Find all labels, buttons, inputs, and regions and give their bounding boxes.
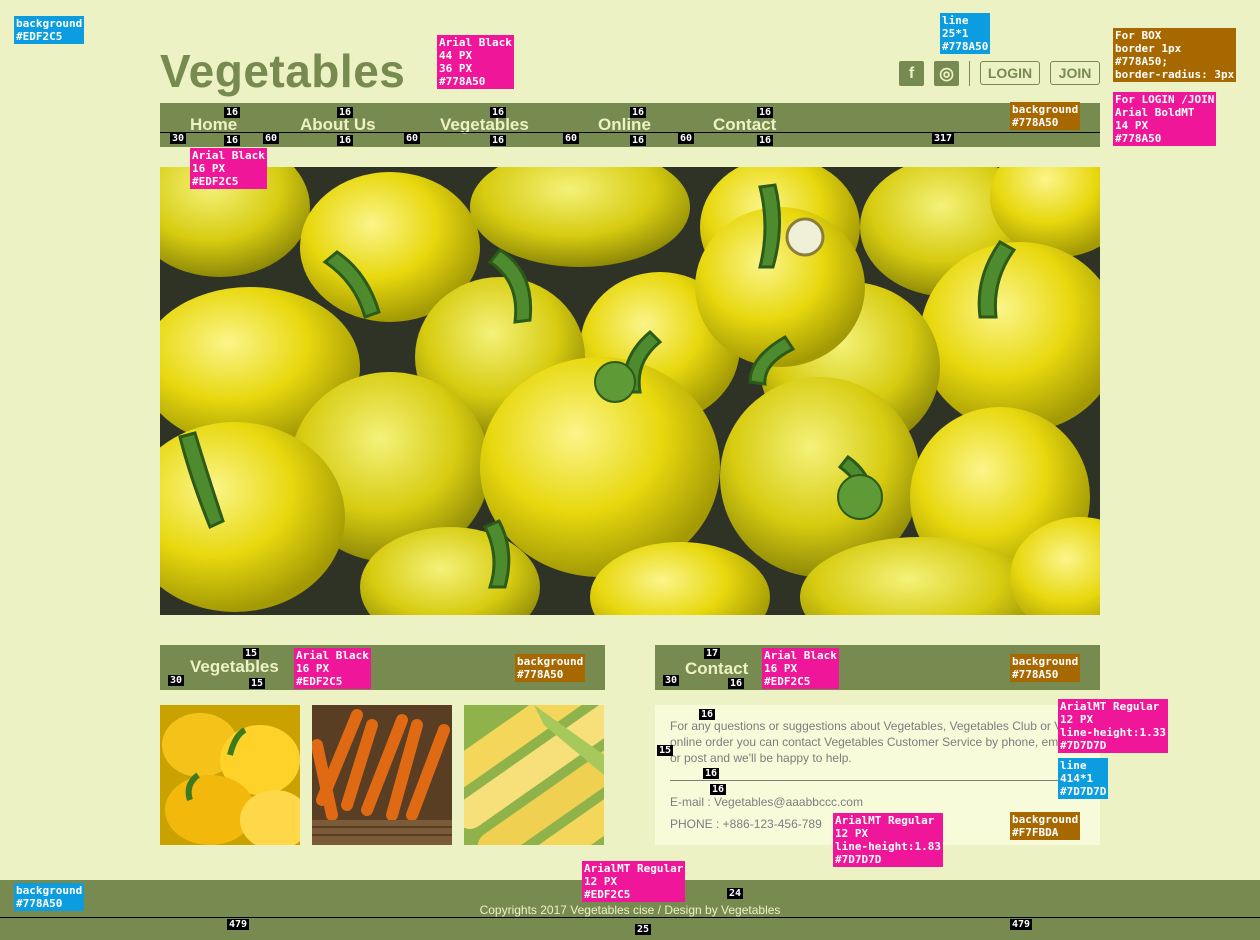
measure-label: 16: [630, 107, 647, 118]
measure-label: 16: [490, 135, 507, 146]
measure-label: 24: [727, 888, 744, 899]
contact-text-line-3: or post and we'll be happy to help.: [670, 751, 852, 765]
squash-illustration: [160, 167, 1100, 615]
vegetables-section-title: Vegetables: [190, 657, 279, 676]
measure-label: 60: [563, 133, 580, 144]
measure-label: 479: [1010, 919, 1033, 930]
measure-label: 317: [932, 133, 955, 144]
contact-text-line-2: online order you can contact Vegetables …: [670, 735, 1059, 749]
hero-image: [160, 167, 1100, 615]
carrots-image: [312, 705, 452, 845]
annotation-footer-bg: background #778A50: [14, 883, 85, 911]
measure-label: 15: [249, 678, 266, 689]
footer-measure-line: [0, 917, 1260, 918]
measure-label: 60: [678, 133, 695, 144]
measure-label: 16: [224, 107, 241, 118]
measure-label: 16: [728, 678, 745, 689]
measure-label: 16: [337, 107, 354, 118]
contact-email[interactable]: E-mail : Vegetables@aaabbccc.com: [670, 795, 863, 809]
annotation-contact-box-bg: background #F7FBDA: [1010, 812, 1081, 840]
annotation-contact-font: Arial Black 16 PX #EDF2C5: [762, 648, 839, 689]
measure-label: 16: [710, 784, 727, 795]
site-logo[interactable]: Vegetables: [160, 44, 405, 98]
instagram-icon[interactable]: ◎: [934, 61, 959, 86]
measure-label: 479: [227, 919, 250, 930]
annotation-bg: background #EDF2C5: [14, 16, 85, 44]
measure-label: 16: [490, 107, 507, 118]
annotation-footer-font: ArialMT Regular 12 PX #EDF2C5: [582, 861, 686, 902]
contact-phone: PHONE : +886-123-456-789: [670, 817, 822, 831]
measure-label: 16: [757, 107, 774, 118]
facebook-icon[interactable]: f: [899, 61, 924, 86]
annotation-line: line 25*1 #778A50: [940, 13, 991, 54]
measure-label: 16: [224, 135, 241, 146]
footer-copyright: Copyrights 2017 Vegetables cise / Design…: [479, 903, 781, 917]
thumbnail-carrots[interactable]: [312, 705, 452, 845]
header-divider: [969, 61, 970, 86]
contact-section-title: Contact: [685, 659, 749, 678]
measure-label: 15: [657, 745, 674, 756]
measure-label: 16: [337, 135, 354, 146]
annotation-contact-bg: background #778A50: [1010, 654, 1081, 682]
measure-label: 17: [704, 648, 721, 659]
measure-label: 16: [703, 768, 720, 779]
measure-label: 16: [630, 135, 647, 146]
thumbnail-corn[interactable]: [464, 705, 604, 845]
annotation-nav-bg: background #778A50: [1010, 102, 1081, 130]
annotation-logo-font: Arial Black 44 PX 36 PX #778A50: [437, 35, 514, 89]
annotation-contact-info: ArialMT Regular 12 PX line-height:1.83 #…: [833, 813, 943, 867]
measure-label: 60: [263, 133, 280, 144]
measure-label: 30: [168, 675, 185, 686]
annotation-login-spec: For LOGIN /JOIN Arial BoldMT 14 PX #778A…: [1113, 92, 1217, 146]
annotation-box-spec: For BOX border 1px #778A50; border-radiu…: [1113, 28, 1237, 82]
contact-text-line-1: For any questions or suggestions about V…: [670, 719, 1063, 733]
yellow-peppers-image: [160, 705, 300, 845]
annotation-veg-font: Arial Black 16 PX #EDF2C5: [294, 648, 371, 689]
measure-label: 60: [404, 133, 421, 144]
thumbnail-peppers[interactable]: [160, 705, 300, 845]
corn-image: [464, 705, 604, 845]
measure-label: 30: [170, 133, 187, 144]
measure-label: 16: [699, 709, 716, 720]
measure-label: 30: [663, 675, 680, 686]
join-button[interactable]: JOIN: [1050, 61, 1100, 85]
annotation-veg-bg: background #778A50: [515, 654, 586, 682]
measure-label: 15: [243, 648, 260, 659]
annotation-contact-line: line 414*1 #7D7D7D: [1058, 758, 1109, 799]
measure-label: 25: [635, 924, 652, 935]
annotation-contact-text: ArialMT Regular 12 PX line-height:1.33 #…: [1058, 699, 1168, 753]
contact-divider: [670, 780, 1084, 781]
login-button[interactable]: LOGIN: [980, 61, 1040, 85]
annotation-nav-font: Arial Black 16 PX #EDF2C5: [190, 148, 267, 189]
measure-label: 16: [757, 135, 774, 146]
